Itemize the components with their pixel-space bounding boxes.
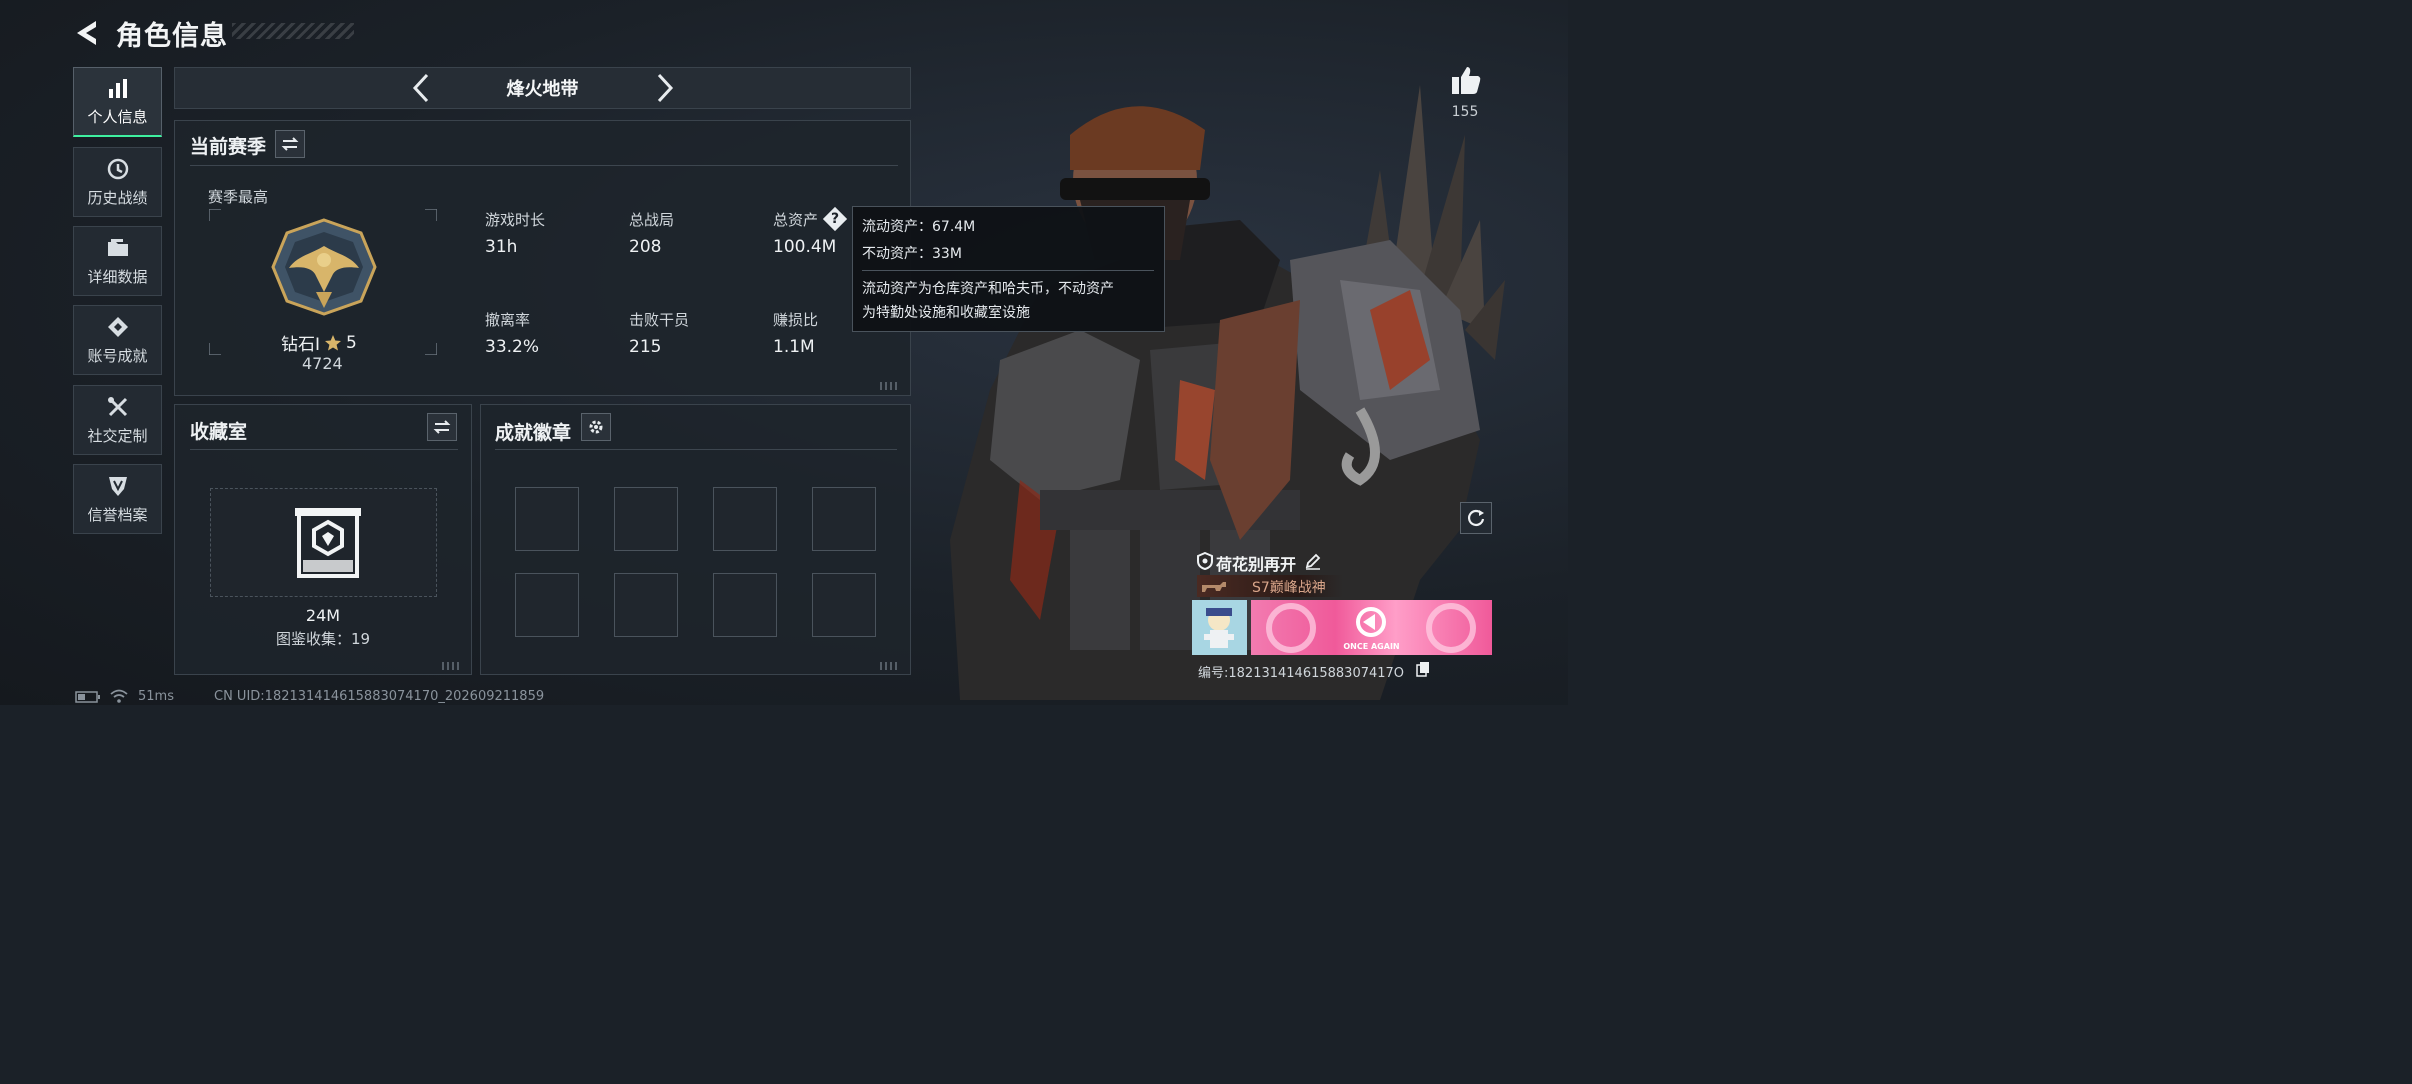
achievement-diamond-icon xyxy=(107,316,128,337)
folder-icon xyxy=(107,238,128,256)
badge-slot[interactable] xyxy=(713,573,777,637)
stat-value: 33.2% xyxy=(485,337,540,357)
chevron-right-icon[interactable] xyxy=(655,72,675,104)
corner-decoration xyxy=(442,662,462,670)
gear-icon xyxy=(589,420,603,434)
collection-value: 24M xyxy=(305,606,341,625)
sidebar-item-label: 账号成就 xyxy=(87,346,148,365)
likes-count: 155 xyxy=(1451,104,1479,120)
profile-banner[interactable]: ONCE AGAIN xyxy=(1251,600,1492,655)
tools-icon xyxy=(107,396,127,416)
shield-badge-icon xyxy=(108,476,127,496)
season-peak-label: 赛季最高 xyxy=(208,188,269,206)
bar-chart-icon xyxy=(108,79,127,98)
badge-slot[interactable] xyxy=(515,573,579,637)
badge-slot[interactable] xyxy=(812,573,876,637)
history-clock-icon xyxy=(107,158,128,179)
stat-value: 215 xyxy=(629,337,662,357)
wifi-icon xyxy=(110,689,128,703)
stat-value: 31h xyxy=(485,237,518,257)
stat-label: 游戏时长 xyxy=(485,211,546,229)
stat-value: 208 xyxy=(629,237,662,257)
edit-pencil-icon[interactable] xyxy=(1304,552,1322,570)
sidebar-item-label: 详细数据 xyxy=(87,267,148,286)
badges-title: 成就徽章 xyxy=(495,422,572,444)
sidebar-item-social[interactable]: 社交定制 xyxy=(73,385,162,455)
stat-label: 总战局 xyxy=(629,211,675,229)
rank-display: 钻石Ⅰ 5 xyxy=(281,330,357,356)
tooltip-description-line1: 流动资产为仓库资产和哈夫币，不动资产 xyxy=(862,281,1114,297)
swap-arrows-icon xyxy=(281,137,299,151)
shield-icon xyxy=(1197,552,1213,570)
star-icon xyxy=(325,334,342,350)
collection-title: 收藏室 xyxy=(190,421,248,443)
avatar-image xyxy=(1192,600,1247,655)
stat-label: 总资产 xyxy=(773,211,819,229)
player-name: 荷花别再开 xyxy=(1216,555,1297,574)
stat-label: 赚损比 xyxy=(773,311,819,329)
rank-name: 钻石Ⅰ xyxy=(281,335,321,355)
badge-slot[interactable] xyxy=(614,487,678,551)
uid-text: CN UID:182131414615883074170_20260921185… xyxy=(214,689,545,704)
player-id: 编号:18213141461588307417O xyxy=(1198,666,1405,681)
weapon-icon xyxy=(1202,582,1226,592)
thumbs-up-icon[interactable] xyxy=(1450,64,1482,96)
collection-divider xyxy=(190,449,458,450)
title-badge-text: S7巅峰战神 xyxy=(1252,580,1326,596)
sidebar-item-label: 个人信息 xyxy=(87,108,148,126)
rank-emblem-icon xyxy=(271,218,377,316)
sidebar-item-personal-info[interactable]: 个人信息 xyxy=(73,67,162,137)
badge-slot[interactable] xyxy=(713,487,777,551)
corner-decoration xyxy=(880,382,900,390)
tooltip-fixed-assets: 不动资产：33M xyxy=(862,246,962,262)
rotate-button[interactable] xyxy=(1460,502,1492,534)
mode-tab-name: 烽火地带 xyxy=(506,79,579,100)
copy-icon[interactable] xyxy=(1416,661,1430,677)
swap-arrows-icon xyxy=(433,420,451,434)
tooltip-divider xyxy=(862,270,1154,271)
badge-slot[interactable] xyxy=(812,487,876,551)
corner-decoration xyxy=(880,662,900,670)
sidebar-item-detailed-data[interactable]: 详细数据 xyxy=(73,226,162,296)
stat-value: 100.4M xyxy=(773,237,837,257)
battery-icon xyxy=(75,691,100,703)
avatar[interactable] xyxy=(1192,600,1247,655)
tooltip-description-line2: 为特勤处设施和收藏室设施 xyxy=(862,305,1030,321)
season-title: 当前赛季 xyxy=(190,136,267,158)
sidebar-item-reputation[interactable]: 信誉档案 xyxy=(73,464,162,534)
sidebar-item-history[interactable]: 历史战绩 xyxy=(73,147,162,217)
back-arrow-icon[interactable] xyxy=(74,18,104,48)
collection-switch-button[interactable] xyxy=(427,413,457,441)
vault-icon xyxy=(295,508,361,578)
collection-catalog: 图鉴收集：19 xyxy=(275,630,371,648)
sidebar-item-label: 社交定制 xyxy=(87,426,148,445)
season-switch-button[interactable] xyxy=(275,130,305,158)
rotate-icon xyxy=(1468,509,1485,526)
help-icon-glyph: ? xyxy=(830,211,840,227)
rank-score: 4724 xyxy=(302,354,343,373)
sidebar-item-achievements[interactable]: 账号成就 xyxy=(73,305,162,375)
title-decoration xyxy=(232,23,354,39)
season-divider xyxy=(190,165,898,166)
badge-slot[interactable] xyxy=(515,487,579,551)
banner-text: ONCE AGAIN xyxy=(1343,642,1400,651)
sidebar-item-label: 信誉档案 xyxy=(87,505,148,524)
stat-value: 1.1M xyxy=(773,337,815,357)
tooltip-liquid-assets: 流动资产：67.4M xyxy=(862,219,976,235)
ping-value: 51ms xyxy=(138,689,174,704)
rank-stars: 5 xyxy=(346,332,357,353)
page-title: 角色信息 xyxy=(116,21,228,52)
stat-label: 击败干员 xyxy=(629,311,690,329)
stat-label: 撤离率 xyxy=(485,311,531,329)
badges-divider xyxy=(495,449,897,450)
badge-slot[interactable] xyxy=(614,573,678,637)
badges-settings-button[interactable] xyxy=(581,413,611,441)
sidebar-item-label: 历史战绩 xyxy=(87,188,148,207)
